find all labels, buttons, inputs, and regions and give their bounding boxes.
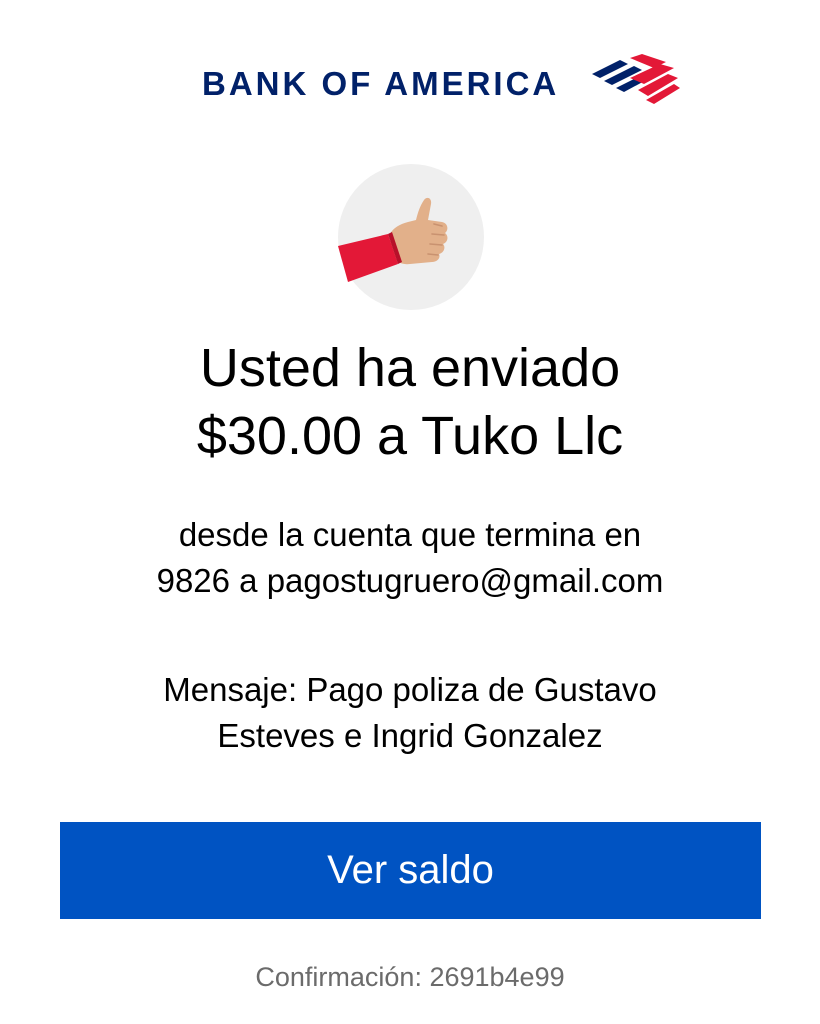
account-detail-line-2: 9826 a pagostugruero@gmail.com: [156, 562, 664, 599]
bank-of-america-flag-icon: [592, 54, 680, 104]
headline-amount-recipient: $30.00 a Tuko Llc: [196, 406, 624, 466]
payment-message: Mensaje: Pago poliza de Gustavo Esteves …: [40, 667, 780, 759]
payment-message-line-1: Mensaje: Pago poliza de Gustavo: [163, 671, 657, 708]
account-detail: desde la cuenta que termina en 9826 a pa…: [40, 512, 780, 604]
payment-message-line-2: Esteves e Ingrid Gonzalez: [217, 717, 603, 754]
bank-of-america-logo: BANK OF AMERICA: [196, 52, 686, 108]
account-detail-line-1: desde la cuenta que termina en: [178, 516, 642, 553]
confirmation-number: Confirmación: 2691b4e99: [255, 962, 565, 992]
success-avatar: [338, 164, 484, 310]
bank-name: BANK OF AMERICA: [202, 65, 560, 102]
thumbs-up-icon: [338, 197, 448, 282]
view-balance-button[interactable]: Ver saldo: [60, 822, 761, 919]
payment-headline: Usted ha enviado $30.00 a Tuko Llc: [40, 334, 780, 470]
headline-line-1: Usted ha enviado: [199, 338, 621, 398]
